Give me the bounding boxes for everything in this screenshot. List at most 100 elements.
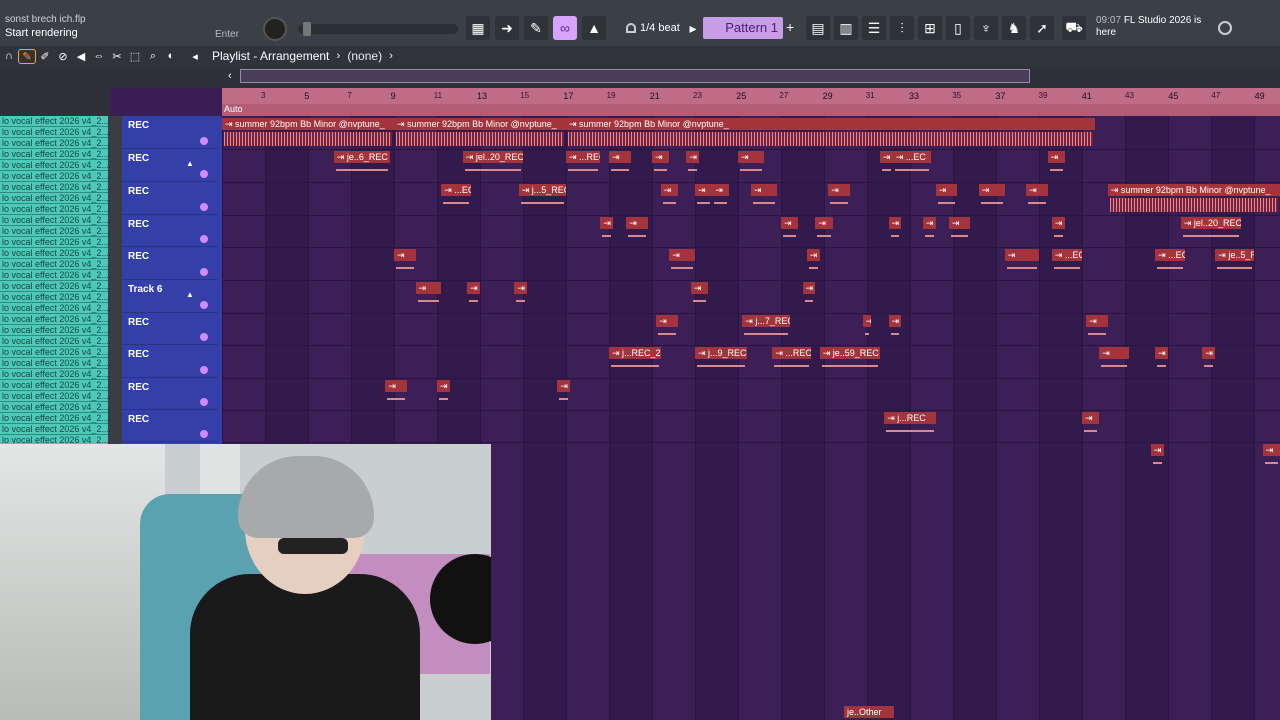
track-color-dot[interactable] (200, 170, 208, 178)
audio-clip[interactable]: ⇥ (467, 282, 480, 314)
audio-clip[interactable]: ⇥ (514, 282, 528, 314)
brush-icon[interactable]: ✎ (524, 16, 548, 40)
audio-clip[interactable]: ⇥ (1051, 217, 1065, 249)
audio-clip[interactable]: ⇥ (815, 217, 833, 249)
track-header[interactable]: REC (122, 215, 218, 247)
track-header[interactable]: REC (122, 313, 218, 345)
play-tool-icon[interactable]: ◐ (162, 50, 180, 62)
timeline-ruler[interactable]: 3 5 7 9 11 13 15 17 19 21 23 25 27 29 31 33 35 37 39 41 43 45… (222, 88, 1280, 104)
audio-clip[interactable]: ⇥ (828, 184, 850, 216)
audio-clip[interactable]: ⇥ j...9_REC (695, 347, 747, 379)
tempo-icon[interactable]: ♞ (1002, 16, 1026, 40)
audio-clip[interactable]: ⇥ (394, 249, 416, 281)
browser-item[interactable]: lo vocal effect 2026 v4_2... (0, 314, 108, 325)
audio-clip[interactable]: ⇥ (888, 217, 902, 249)
audio-clip[interactable]: ⇥ (781, 217, 799, 249)
track-header[interactable]: REC (122, 247, 218, 280)
audio-clip[interactable]: ⇥ (686, 151, 700, 183)
browser-item[interactable]: lo vocal effect 2026 v4_2... (0, 369, 108, 380)
mixer-icon[interactable]: ⫶ (890, 16, 914, 40)
audio-clip[interactable]: ⇥ j...5_REC (518, 184, 566, 216)
mute-tool-icon[interactable]: ◀ (72, 50, 90, 63)
audio-clip[interactable]: ⇥ (888, 315, 902, 347)
browser-item[interactable]: lo vocal effect 2026 v4_2... (0, 270, 108, 281)
track-header[interactable]: REC (122, 378, 218, 410)
audio-clip[interactable]: ⇥ summer 92bpm Bb Minor @nvptune_ (566, 118, 1095, 150)
arrow-right-icon[interactable]: ➜ (495, 16, 519, 40)
audio-clip[interactable]: ⇥ ...REC (566, 151, 601, 183)
audio-clip[interactable]: ⇥ ...REC (772, 347, 812, 379)
audio-clip[interactable]: ⇥ (1026, 184, 1048, 216)
audio-clip[interactable]: ⇥ (806, 249, 820, 281)
slip-tool-icon[interactable]: ⇔ (90, 50, 108, 62)
playlist-window-icon[interactable]: ▤ (806, 16, 830, 40)
audio-clip[interactable]: ⇥ (978, 184, 1005, 216)
link-icon[interactable]: ∞ (553, 16, 577, 40)
channel-rack-icon[interactable]: ☰ (862, 16, 886, 40)
audio-clip[interactable]: ⇥ (1082, 412, 1100, 444)
audio-clip[interactable]: ⇥ (1202, 347, 1216, 379)
cart-icon[interactable]: ⛟ (1062, 16, 1086, 40)
track-header[interactable]: REC (122, 182, 218, 215)
audio-clip[interactable]: ⇥ (1099, 347, 1130, 379)
audio-clip[interactable]: ⇥ (1004, 249, 1039, 281)
audio-clip[interactable]: ⇥ (948, 217, 971, 249)
add-pattern-button[interactable]: + (786, 19, 794, 35)
audio-clip[interactable]: ⇥ (750, 184, 777, 216)
track-header[interactable]: REC ▲ (122, 149, 218, 182)
audio-clip[interactable]: ⇥ (669, 249, 695, 281)
browser-scrollbar[interactable] (108, 116, 122, 444)
share-icon[interactable]: ➚ (1030, 16, 1054, 40)
browser-item[interactable]: lo vocal effect 2026 v4_2... (0, 248, 108, 259)
browser-item[interactable]: lo vocal effect 2026 v4_2... (0, 226, 108, 237)
browser-item[interactable]: lo vocal effect 2026 v4_2... (0, 292, 108, 303)
zoom-tool-icon[interactable]: ⌕ (144, 50, 162, 63)
audio-clip[interactable]: ⇥ je..5_REC (1215, 249, 1254, 281)
audio-clip[interactable]: ⇥ (879, 151, 893, 183)
audio-clip[interactable]: ⇥ (695, 184, 713, 216)
audio-clip[interactable]: ⇥ ...EC (441, 184, 472, 216)
audio-clip[interactable]: ⇥ (609, 151, 631, 183)
browser-item[interactable]: lo vocal effect 2026 v4_2... (0, 336, 108, 347)
audio-clip[interactable]: ⇥ (712, 184, 730, 216)
plugin-icon[interactable]: ♆ (974, 16, 998, 40)
browser-item[interactable]: lo vocal effect 2026 v4_2... (0, 182, 108, 193)
audio-clip[interactable]: ⇥ j...REC_2 (609, 347, 661, 379)
audio-clip[interactable]: ⇥ (802, 282, 816, 314)
audio-clip[interactable]: ⇥ (1086, 315, 1108, 347)
paint-tool-icon[interactable]: ✐ (36, 50, 54, 63)
browser-item[interactable]: lo vocal effect 2026 v4_2... (0, 424, 108, 435)
track-color-dot[interactable] (200, 137, 208, 145)
audio-clip[interactable]: ⇥ (922, 217, 936, 249)
file-icon[interactable]: ▯ (946, 16, 970, 40)
audio-clip[interactable]: ⇥ (935, 184, 958, 216)
pattern-selector[interactable]: Pattern 1 (703, 17, 783, 39)
track-color-dot[interactable] (200, 268, 208, 276)
audio-clip[interactable]: ⇥ (415, 282, 442, 314)
audio-clip[interactable]: ⇥ (1155, 347, 1168, 379)
audio-clip[interactable]: ⇥ jel..20_REC (1180, 217, 1242, 249)
master-volume-knob[interactable] (263, 17, 287, 41)
overview-scrollbar[interactable] (240, 69, 1030, 83)
browser-item[interactable]: lo vocal effect 2026 v4_2... (0, 380, 108, 391)
snap-selector[interactable]: 1/4 beat (626, 17, 682, 39)
audio-clip[interactable]: ⇥ (1262, 444, 1280, 476)
audio-clip[interactable]: ⇥ summer 92bpm Bb Minor @nvptune_ (394, 118, 566, 150)
collapse-arrow-icon[interactable]: ▲ (186, 290, 194, 299)
piano-roll-window-icon[interactable]: ▥ (834, 16, 858, 40)
slice-tool-icon[interactable]: ✂ (108, 50, 126, 63)
audio-clip[interactable]: ⇥ (652, 151, 670, 183)
audio-clip[interactable]: ⇥ ...EC (1051, 249, 1082, 281)
audio-clip[interactable]: ⇥ ...EC (892, 151, 932, 183)
browser-item[interactable]: lo vocal effect 2026 v4_2... (0, 237, 108, 248)
browser-item[interactable]: lo vocal effect 2026 v4_2... (0, 204, 108, 215)
audio-clip[interactable]: ⇥ jel..20_REC (462, 151, 523, 183)
speaker-icon[interactable]: ◂ (186, 50, 204, 63)
delete-tool-icon[interactable]: ⊘ (54, 50, 72, 63)
news-panel[interactable]: 09:07 FL Studio 2026 is here (1096, 15, 1216, 39)
stamp-icon[interactable]: ▲ (582, 16, 606, 40)
browser-item[interactable]: lo vocal effect 2026 v4_2... (0, 193, 108, 204)
track-color-dot[interactable] (200, 398, 208, 406)
play-small-icon[interactable]: ▸ (686, 16, 700, 40)
browser-item[interactable]: lo vocal effect 2026 v4_2... (0, 435, 108, 444)
